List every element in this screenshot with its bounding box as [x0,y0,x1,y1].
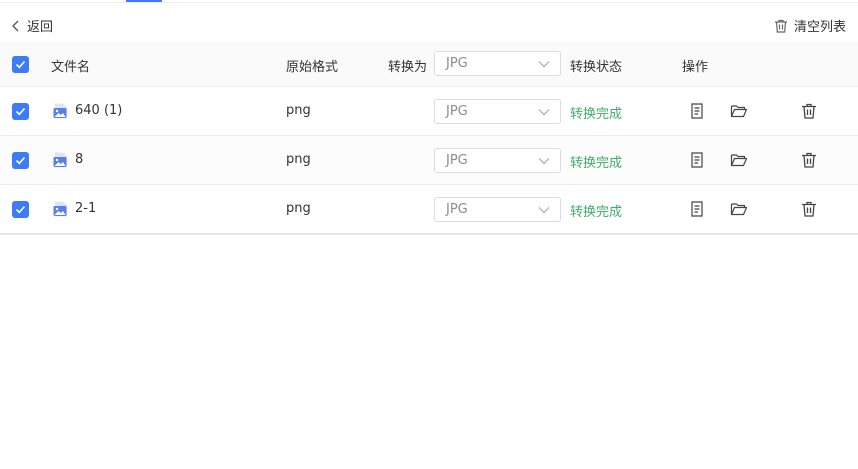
conversion-status: 转换完成 [570,107,623,122]
header-original-format: 原始格式 [286,60,339,75]
folder-icon [730,154,748,167]
conversion-status: 转换完成 [570,156,623,171]
row-checkbox[interactable] [12,152,29,169]
original-format: png [286,152,311,167]
check-icon [15,107,26,116]
folder-icon [730,203,748,216]
delete-row-button[interactable] [799,150,819,170]
target-format-select[interactable]: JPG [434,197,561,222]
clear-list-label: 清空列表 [793,20,846,35]
target-format-select[interactable]: JPG [434,148,561,173]
open-folder-button[interactable] [729,199,749,219]
file-name: 8 [75,152,84,167]
check-icon [15,205,26,214]
chevron-down-icon [538,61,550,68]
image-file-icon [53,201,67,217]
view-file-button[interactable] [687,150,707,170]
table-row: 8 png JPG 转换完成 [0,136,858,185]
file-name: 640 (1) [75,103,123,118]
image-file-icon [53,152,67,168]
target-format-select[interactable]: JPG [434,99,561,124]
file-table: 文件名 原始格式 转换为 JPG 转换状态 操作 640 (1) png JPG… [0,42,858,234]
back-label: 返回 [27,20,54,35]
row-checkbox[interactable] [12,201,29,218]
document-icon [691,103,703,119]
document-icon [691,201,703,217]
header-actions: 操作 [682,60,709,75]
chevron-down-icon [538,109,550,116]
delete-row-button[interactable] [799,199,819,219]
original-format: png [286,201,311,216]
conversion-status: 转换完成 [570,205,623,220]
table-header: 文件名 原始格式 转换为 JPG 转换状态 操作 [0,42,858,87]
chevron-down-icon [538,207,550,214]
target-format-value: JPG [446,153,468,168]
check-icon [15,60,26,69]
row-checkbox[interactable] [12,103,29,120]
clear-list-button[interactable]: 清空列表 [773,16,846,35]
view-file-button[interactable] [687,199,707,219]
document-icon [691,152,703,168]
file-name: 2-1 [75,201,97,216]
header-filename: 文件名 [51,60,91,75]
convert-all-format-select[interactable]: JPG [434,51,561,76]
check-icon [15,156,26,165]
delete-row-button[interactable] [799,101,819,121]
top-divider [0,2,858,3]
back-button[interactable]: 返回 [10,16,53,35]
table-bottom-border [0,233,858,235]
trash-icon [774,19,787,33]
image-file-icon [53,103,67,119]
convert-all-format-value: JPG [446,56,468,71]
folder-icon [730,105,748,118]
view-file-button[interactable] [687,101,707,121]
toolbar: 返回 清空列表 [0,10,858,42]
header-status: 转换状态 [570,60,623,75]
table-row: 2-1 png JPG 转换完成 [0,185,858,234]
header-convert-to: 转换为 [388,60,428,75]
chevron-left-icon [12,20,19,31]
open-folder-button[interactable] [729,101,749,121]
select-all-checkbox[interactable] [12,56,29,73]
chevron-down-icon [538,158,550,165]
open-folder-button[interactable] [729,150,749,170]
target-format-value: JPG [446,104,468,119]
table-row: 640 (1) png JPG 转换完成 [0,87,858,136]
original-format: png [286,103,311,118]
trash-icon [802,103,816,119]
trash-icon [802,152,816,168]
target-format-value: JPG [446,202,468,217]
trash-icon [802,201,816,217]
